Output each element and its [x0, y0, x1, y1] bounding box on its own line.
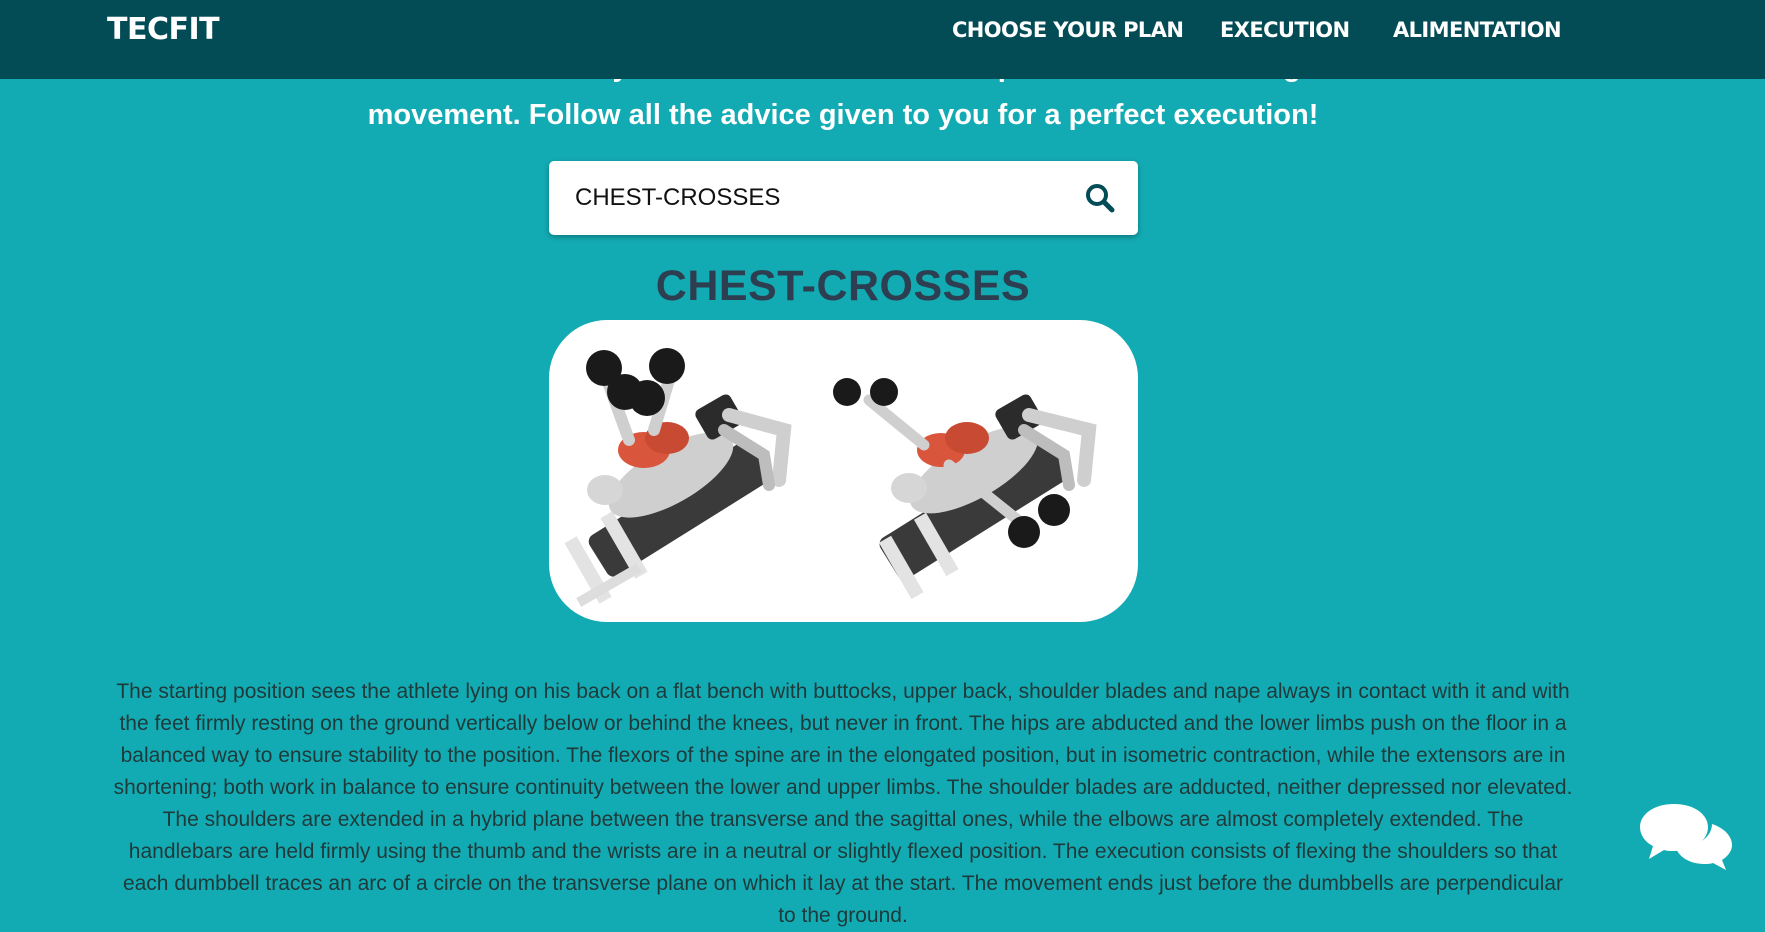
chat-bubbles-icon[interactable] — [1638, 796, 1734, 870]
figure-start-position — [564, 348, 792, 607]
search-icon[interactable] — [1084, 182, 1116, 214]
exercise-image — [549, 320, 1138, 622]
brand-logo[interactable]: TECFIT — [107, 12, 220, 47]
search-box — [549, 161, 1138, 235]
search-input[interactable] — [575, 179, 1045, 217]
exercise-title: CHEST-CROSSES — [655, 262, 1031, 310]
nav-link-alimentation[interactable]: ALIMENTATION — [1393, 18, 1562, 42]
figure-end-position — [833, 378, 1097, 600]
intro-text-line-2: movement. Follow all the advice given to… — [367, 99, 1319, 131]
chest-crosses-illustration — [564, 348, 1097, 607]
navbar: TECFIT CHOOSE YOUR PLAN EXECUTION ALIMEN… — [0, 0, 1765, 79]
nav-link-choose-your-plan[interactable]: CHOOSE YOUR PLAN — [952, 18, 1184, 42]
exercise-description: The starting position sees the athlete l… — [113, 680, 1573, 927]
nav-link-execution[interactable]: EXECUTION — [1220, 18, 1350, 42]
